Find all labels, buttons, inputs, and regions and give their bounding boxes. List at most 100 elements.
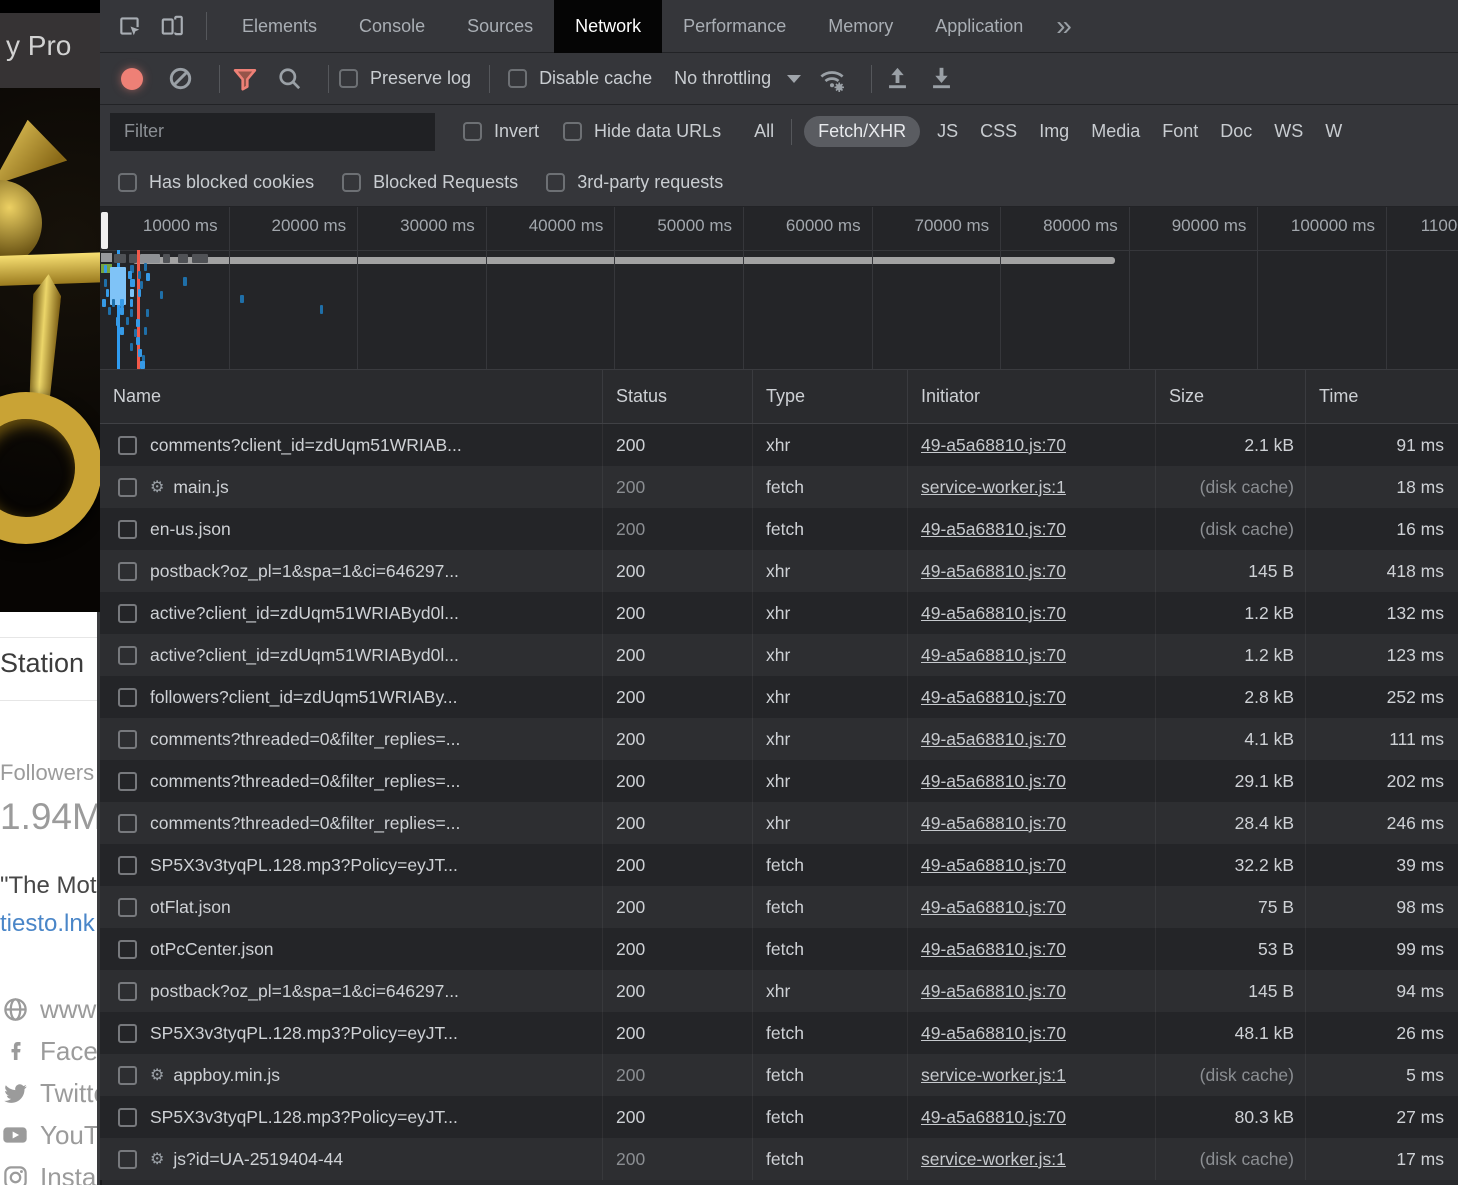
clear-network-log-icon[interactable] [165,64,195,94]
row-checkbox[interactable] [118,562,137,581]
has-blocked-cookies-checkbox[interactable] [118,173,137,192]
invert-checkbox[interactable] [463,122,482,141]
filter-option-has-blocked-cookies[interactable]: Has blocked cookies [118,172,314,193]
search-icon[interactable] [274,64,304,94]
row-checkbox[interactable] [118,1024,137,1043]
initiator-link[interactable]: 49-a5a68810.js:70 [921,771,1066,792]
row-checkbox[interactable] [118,688,137,707]
row-checkbox[interactable] [118,898,137,917]
disable-cache-checkbox[interactable] [508,69,527,88]
table-row[interactable]: otFlat.json200fetch49-a5a68810.js:7075 B… [100,886,1458,928]
filter-option-blocked-requests[interactable]: Blocked Requests [342,172,518,193]
row-checkbox[interactable] [118,1066,137,1085]
filter-toggle-icon[interactable] [230,64,260,94]
filter-chip-js[interactable]: JS [937,121,958,142]
initiator-link[interactable]: 49-a5a68810.js:70 [921,435,1066,456]
tab-elements[interactable]: Elements [221,0,338,53]
tab-memory[interactable]: Memory [807,0,914,53]
invert-option[interactable]: Invert [463,121,539,142]
inspect-element-icon[interactable] [112,8,148,44]
row-checkbox[interactable] [118,478,137,497]
3rd-party-requests-checkbox[interactable] [546,173,565,192]
more-tabs-icon[interactable]: » [1056,12,1072,40]
tab-network[interactable]: Network [554,0,662,53]
column-header-size[interactable]: Size [1156,370,1306,423]
initiator-link[interactable]: 49-a5a68810.js:70 [921,603,1066,624]
import-har-icon[interactable] [882,64,912,94]
initiator-link[interactable]: 49-a5a68810.js:70 [921,561,1066,582]
social-link-www-t[interactable]: www.t [0,988,100,1030]
device-toolbar-icon[interactable] [154,8,190,44]
initiator-link[interactable]: 49-a5a68810.js:70 [921,687,1066,708]
table-row[interactable]: postback?oz_pl=1&spa=1&ci=646297...200xh… [100,970,1458,1012]
initiator-link[interactable]: service-worker.js:1 [921,1149,1066,1170]
row-checkbox[interactable] [118,730,137,749]
table-row[interactable]: ⚙js?id=UA-2519404-44200fetchservice-work… [100,1138,1458,1180]
table-row[interactable]: en-us.json200fetch49-a5a68810.js:70(disk… [100,508,1458,550]
table-row[interactable]: active?client_id=zdUqm51WRIAByd0l...200x… [100,592,1458,634]
table-row[interactable]: ⚙appboy.min.js200fetchservice-worker.js:… [100,1054,1458,1096]
throttling-dropdown[interactable]: No throttling [674,68,801,89]
initiator-link[interactable]: 49-a5a68810.js:70 [921,519,1066,540]
table-row[interactable]: comments?threaded=0&filter_replies=...20… [100,802,1458,844]
table-row[interactable]: followers?client_id=zdUqm51WRIABy...200x… [100,676,1458,718]
initiator-link[interactable]: 49-a5a68810.js:70 [921,645,1066,666]
preserve-log-checkbox[interactable] [339,69,358,88]
initiator-link[interactable]: service-worker.js:1 [921,1065,1066,1086]
filter-chip-doc[interactable]: Doc [1220,121,1252,142]
table-row[interactable]: postback?oz_pl=1&spa=1&ci=646297...200xh… [100,550,1458,592]
row-checkbox[interactable] [118,520,137,539]
tab-console[interactable]: Console [338,0,446,53]
row-checkbox[interactable] [118,646,137,665]
row-checkbox[interactable] [118,1108,137,1127]
filter-chip-img[interactable]: Img [1039,121,1069,142]
initiator-link[interactable]: service-worker.js:1 [921,477,1066,498]
table-row[interactable]: comments?client_id=zdUqm51WRIAB...200xhr… [100,424,1458,466]
filter-chip-ws[interactable]: WS [1274,121,1303,142]
row-checkbox[interactable] [118,856,137,875]
record-network-log-button[interactable] [121,68,143,90]
network-conditions-icon[interactable] [817,64,847,94]
disable-cache-option[interactable]: Disable cache [508,68,652,89]
table-row[interactable]: SP5X3v3tyqPL.128.mp3?Policy=eyJT...200fe… [100,1096,1458,1138]
initiator-link[interactable]: 49-a5a68810.js:70 [921,729,1066,750]
social-link-twitte[interactable]: Twitte [0,1072,100,1114]
row-checkbox[interactable] [118,982,137,1001]
initiator-link[interactable]: 49-a5a68810.js:70 [921,939,1066,960]
filter-chip-font[interactable]: Font [1162,121,1198,142]
filter-chip-all[interactable]: All [754,121,774,142]
social-link-faceb[interactable]: Faceb [0,1030,100,1072]
preserve-log-option[interactable]: Preserve log [339,68,471,89]
row-checkbox[interactable] [118,604,137,623]
table-row[interactable]: SP5X3v3tyqPL.128.mp3?Policy=eyJT...200fe… [100,1012,1458,1054]
row-checkbox[interactable] [118,436,137,455]
column-header-name[interactable]: Name [100,370,603,423]
export-har-icon[interactable] [926,64,956,94]
initiator-link[interactable]: 49-a5a68810.js:70 [921,813,1066,834]
profile-external-link[interactable]: tiesto.lnk [0,910,95,938]
initiator-link[interactable]: 49-a5a68810.js:70 [921,855,1066,876]
filter-chip-css[interactable]: CSS [980,121,1017,142]
row-checkbox[interactable] [118,814,137,833]
initiator-link[interactable]: 49-a5a68810.js:70 [921,981,1066,1002]
column-header-status[interactable]: Status [603,370,753,423]
initiator-link[interactable]: 49-a5a68810.js:70 [921,1107,1066,1128]
social-link-youtu[interactable]: YouTu [0,1114,100,1156]
tab-performance[interactable]: Performance [662,0,807,53]
row-checkbox[interactable] [118,772,137,791]
filter-chip-media[interactable]: Media [1091,121,1140,142]
filter-chip-fetch-xhr[interactable]: Fetch/XHR [804,116,920,147]
filter-chip-w[interactable]: W [1325,121,1342,142]
table-row[interactable]: ⚙main.js200fetchservice-worker.js:1(disk… [100,466,1458,508]
filter-input[interactable] [110,113,435,151]
filter-option-3rd-party-requests[interactable]: 3rd-party requests [546,172,723,193]
tab-application[interactable]: Application [914,0,1044,53]
social-link-instag[interactable]: Instag [0,1156,100,1185]
column-header-type[interactable]: Type [753,370,908,423]
table-row[interactable]: SP5X3v3tyqPL.128.mp3?Policy=eyJT...200fe… [100,844,1458,886]
initiator-link[interactable]: 49-a5a68810.js:70 [921,897,1066,918]
table-row[interactable]: comments?threaded=0&filter_replies=...20… [100,760,1458,802]
table-row[interactable]: otPcCenter.json200fetch49-a5a68810.js:70… [100,928,1458,970]
column-header-initiator[interactable]: Initiator [908,370,1156,423]
initiator-link[interactable]: 49-a5a68810.js:70 [921,1023,1066,1044]
